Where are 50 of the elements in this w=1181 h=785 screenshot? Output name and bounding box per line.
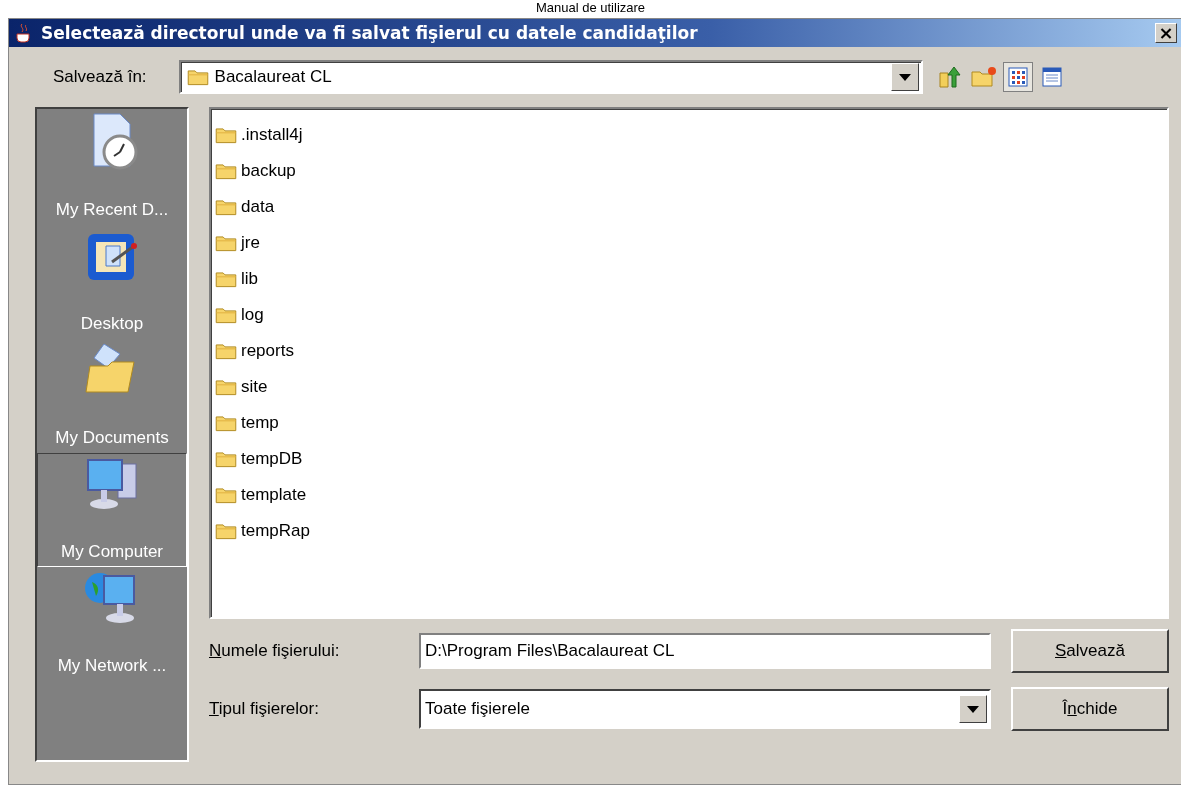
folder-name[interactable]: temp [241,413,279,433]
places-item[interactable]: Desktop [37,225,187,339]
folder-name[interactable]: jre [241,233,260,253]
folder-icon [215,126,237,144]
folder-up-icon [937,65,962,89]
folder-name[interactable]: backup [241,161,296,181]
folder-name[interactable]: log [241,305,264,325]
file-type-dropdown[interactable]: Toate fişierele [419,689,991,729]
save-button[interactable]: Salvează [1011,629,1169,673]
folder-name[interactable]: reports [241,341,294,361]
folder-name[interactable]: site [241,377,268,397]
folder-icon [215,306,237,324]
file-name-input[interactable]: D:\Program Files\Bacalaureat CL [419,633,991,669]
folder-name[interactable]: .install4j [241,125,303,145]
details-view-icon [1041,67,1062,87]
folder-icon [215,342,237,360]
folder-icon [215,378,237,396]
places-item[interactable]: My Recent D... [37,111,187,225]
places-item[interactable]: My Network ... [37,567,187,681]
folder-name[interactable]: tempRap [241,521,310,541]
page-header: Manual de utilizare [535,0,646,17]
dropdown-button[interactable] [959,695,987,723]
list-view-icon [1007,67,1028,87]
folder-name[interactable]: lib [241,269,258,289]
folder-icon [215,270,237,288]
folder-icon [215,234,237,252]
file-name-label: Numele fişierului: [209,641,341,661]
folder-icon [186,68,209,86]
places-item[interactable]: My Computer [37,453,187,567]
folder-name[interactable]: tempDB [241,449,303,469]
window-title: Selectează directorul unde va fi salvat fişierul cu datele candidaţilor [41,23,699,43]
folder-icon [215,486,237,504]
folder-icon [215,198,237,216]
toolbar-button[interactable] [1002,62,1033,92]
file-type-label: Tipul fişierelor: [209,699,320,719]
folder-icon [215,522,237,540]
folder-name[interactable]: template [241,485,307,505]
new-folder-icon [970,66,997,88]
folder-icon [215,414,237,432]
folder-icon [215,450,237,468]
folder-name[interactable]: data [241,197,275,217]
dropdown-button[interactable] [890,63,919,91]
save-in-label: Salvează în: [53,67,147,87]
close-button[interactable]: × [1155,23,1177,43]
folder-icon [215,162,237,180]
close-dialog-button[interactable]: Închide [1011,687,1169,731]
dropdown-arrow-icon [967,705,979,713]
save-in-dropdown[interactable]: Bacalaureat CL [178,60,923,94]
places-item[interactable]: My Documents [37,339,187,453]
dropdown-arrow-icon [898,73,911,81]
